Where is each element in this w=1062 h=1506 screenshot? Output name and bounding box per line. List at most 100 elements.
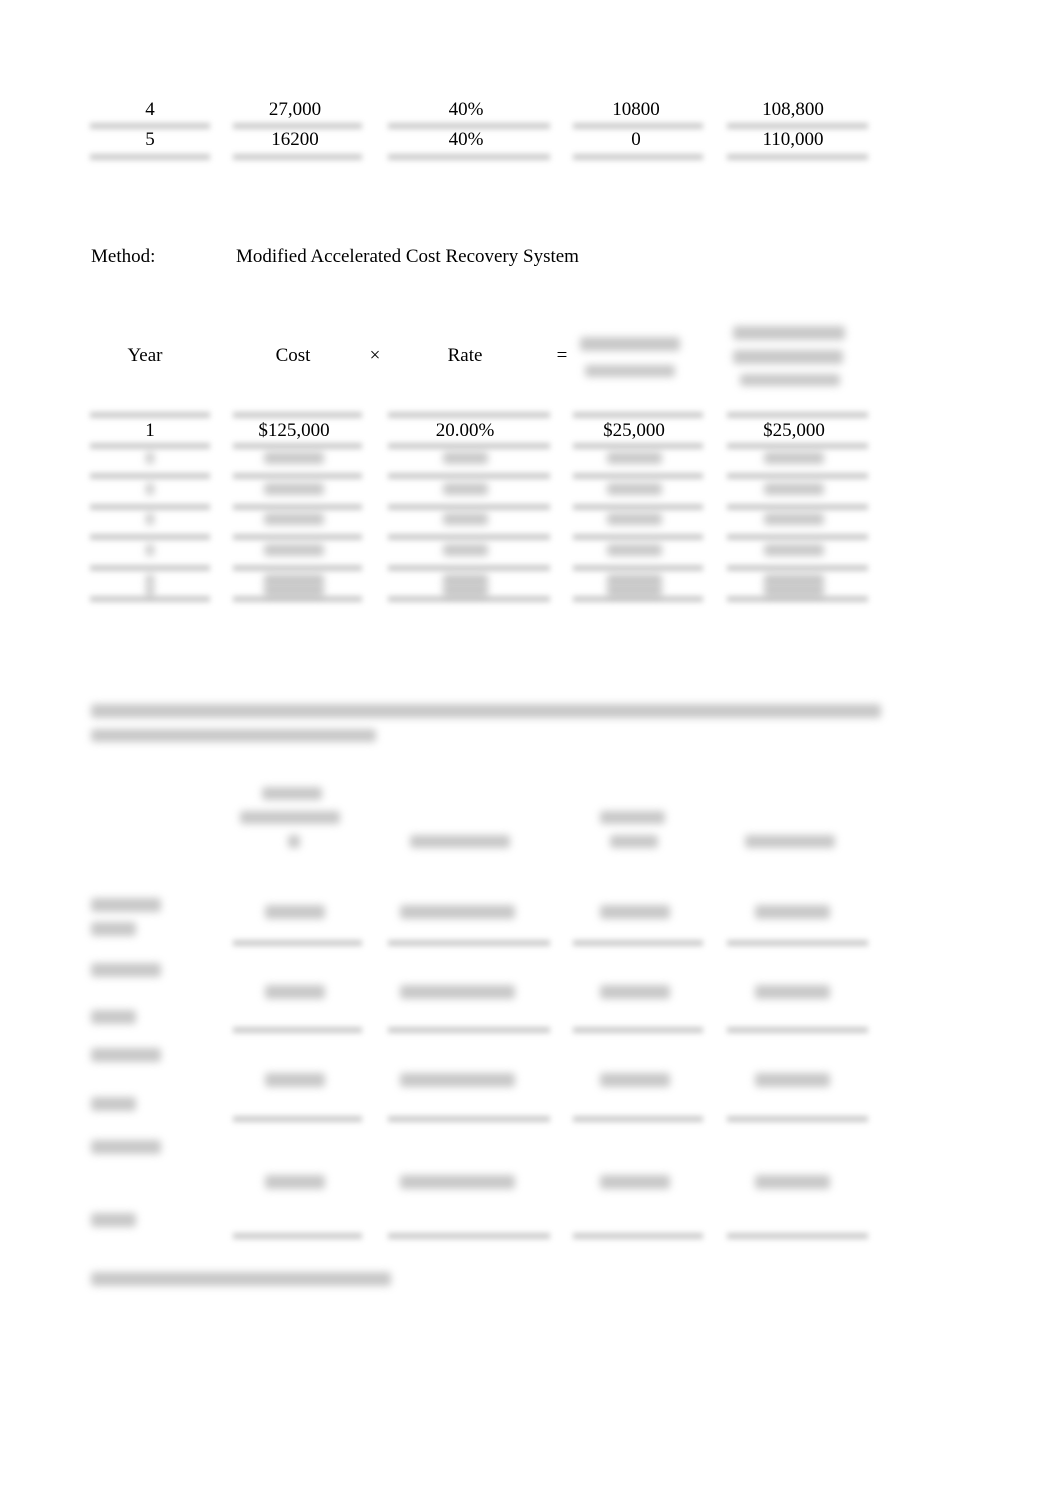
header-rate: Rate (447, 345, 483, 366)
blurred-text (755, 1175, 830, 1189)
blurred-rule (233, 504, 362, 510)
blurred-text (733, 326, 845, 340)
blurred-rule (573, 504, 703, 510)
blurred-text (442, 585, 488, 597)
blurred-rule (727, 1116, 868, 1122)
blurred-rule (727, 412, 868, 418)
blurred-text (265, 905, 325, 919)
blurred-text (400, 985, 515, 999)
cost-cell: $125,000 (258, 420, 330, 441)
blurred-rule (573, 534, 703, 540)
blurred-text (91, 963, 161, 977)
blurred-rule (573, 1027, 703, 1033)
method-value: Modified Accelerated Cost Recovery Syste… (236, 246, 579, 267)
blurred-text (240, 811, 340, 824)
blurred-text (606, 585, 662, 597)
blurred-text (400, 1175, 515, 1189)
blurred-text (610, 835, 658, 848)
blurred-text (91, 1140, 161, 1154)
blurred-text (410, 835, 510, 848)
blurred-text (91, 1272, 391, 1286)
blurred-rule (388, 940, 550, 946)
header-year: Year (127, 345, 163, 366)
blurred-rule (573, 443, 703, 449)
blurred-rule (233, 412, 362, 418)
blurred-rule (90, 123, 210, 129)
blurred-rule (573, 1116, 703, 1122)
header-equals: = (556, 345, 568, 366)
blurred-text (264, 513, 324, 525)
blurred-text (764, 544, 824, 556)
blurred-text (91, 729, 376, 742)
blurred-rule (233, 123, 362, 129)
blurred-text (580, 337, 680, 351)
blurred-rule (573, 565, 703, 571)
blurred-text (400, 1073, 515, 1087)
blurred-text (265, 1073, 325, 1087)
cost-cell: 27,000 (268, 99, 322, 120)
blurred-text (264, 452, 324, 464)
blurred-rule (727, 565, 868, 571)
blurred-rule (388, 473, 550, 479)
blurred-text (91, 704, 881, 718)
rate-cell: 20.00% (435, 420, 495, 441)
blurred-rule (388, 504, 550, 510)
blurred-text (600, 1073, 670, 1087)
blurred-rule (90, 565, 210, 571)
blurred-text (442, 513, 488, 525)
blurred-text (91, 898, 161, 912)
blurred-text (764, 452, 824, 464)
blurred-rule (388, 534, 550, 540)
blurred-rule (727, 123, 868, 129)
blurred-text (91, 1048, 161, 1062)
blurred-text (265, 1175, 325, 1189)
blurred-text (600, 811, 665, 824)
blurred-text (755, 985, 830, 999)
blurred-rule (388, 565, 550, 571)
blurred-text (91, 922, 136, 936)
blurred-text (745, 835, 835, 848)
blurred-text (288, 835, 300, 848)
blurred-text (91, 1010, 136, 1024)
accumulated-cell: $25,000 (763, 420, 825, 441)
blurred-rule (573, 473, 703, 479)
blurred-text (600, 1175, 670, 1189)
blurred-text (764, 513, 824, 525)
blurred-rule (90, 504, 210, 510)
blurred-text (442, 452, 488, 464)
blurred-rule (90, 534, 210, 540)
blurred-rule (90, 412, 210, 418)
blurred-text (606, 452, 662, 464)
blurred-rule (90, 154, 210, 160)
blurred-text (733, 350, 843, 364)
blurred-text (606, 483, 662, 495)
blurred-text (740, 374, 840, 386)
depreciation-cell: 0 (631, 129, 641, 150)
year-cell: 1 (145, 420, 155, 441)
blurred-text (146, 483, 154, 495)
blurred-rule (727, 534, 868, 540)
blurred-rule (727, 1027, 868, 1033)
blurred-text (585, 365, 675, 377)
blurred-rule (388, 1027, 550, 1033)
blurred-text (600, 985, 670, 999)
depreciation-cell: $25,000 (603, 420, 665, 441)
blurred-rule (727, 504, 868, 510)
blurred-text (606, 544, 662, 556)
blurred-text (262, 787, 322, 800)
blurred-text (755, 905, 830, 919)
blurred-rule (573, 940, 703, 946)
rate-cell: 40% (448, 99, 484, 120)
blurred-text (442, 483, 488, 495)
blurred-text (442, 544, 488, 556)
method-label: Method: (91, 246, 156, 267)
blurred-text (146, 513, 154, 525)
blurred-rule (90, 473, 210, 479)
blurred-rule (90, 443, 210, 449)
blurred-rule (233, 940, 362, 946)
blurred-text (91, 1097, 136, 1111)
blurred-rule (727, 1233, 868, 1239)
blurred-rule (727, 443, 868, 449)
blurred-rule (388, 1233, 550, 1239)
blurred-rule (233, 154, 362, 160)
